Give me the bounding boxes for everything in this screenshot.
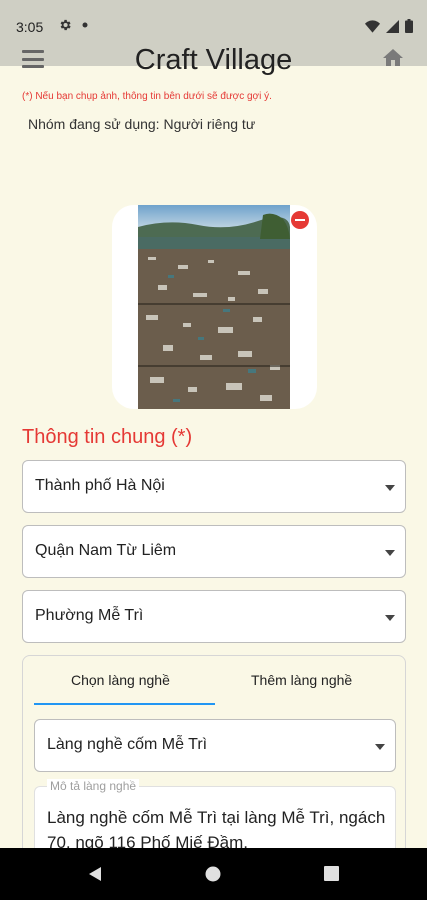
dot-icon xyxy=(82,22,88,28)
chevron-down-icon xyxy=(375,744,385,750)
system-nav-bar xyxy=(0,848,427,900)
chevron-down-icon xyxy=(385,615,395,621)
back-icon[interactable] xyxy=(87,866,103,882)
city-select[interactable]: Thành phố Hà Nội xyxy=(22,460,406,513)
captured-photo[interactable] xyxy=(138,205,290,409)
village-select[interactable]: Làng nghề cốm Mễ Trì xyxy=(34,719,396,772)
photo-image xyxy=(138,205,290,409)
home-icon[interactable] xyxy=(381,46,405,70)
section-title: Thông tin chung (*) xyxy=(22,426,193,448)
tab-indicator xyxy=(34,703,215,705)
app-bar: Craft Village xyxy=(0,40,427,80)
page-title: Craft Village xyxy=(134,44,293,76)
photo-card xyxy=(112,205,317,409)
village-card: Chọn làng nghề Thêm làng nghề Làng nghề … xyxy=(22,655,406,886)
city-select-value: Thành phố Hà Nội xyxy=(35,477,165,494)
chevron-down-icon xyxy=(385,485,395,491)
district-select[interactable]: Quận Nam Từ Liêm xyxy=(22,525,406,578)
signal-icon xyxy=(386,19,399,33)
wifi-icon xyxy=(365,19,380,33)
recents-icon[interactable] xyxy=(324,866,339,881)
ward-select-value: Phường Mễ Trì xyxy=(35,607,144,624)
group-info: Nhóm đang sử dụng: Người riêng tư xyxy=(28,116,256,132)
remove-icon[interactable] xyxy=(291,211,309,229)
chevron-down-icon xyxy=(385,550,395,556)
photo-notice: (*) Nếu bạn chụp ảnh, thông tin bên dưới… xyxy=(22,91,272,102)
tab-choose-village[interactable]: Chọn làng nghề xyxy=(71,672,170,688)
district-select-value: Quận Nam Từ Liêm xyxy=(35,542,177,559)
home-circle-icon[interactable] xyxy=(205,866,221,882)
tab-add-village[interactable]: Thêm làng nghề xyxy=(251,672,352,688)
ward-select[interactable]: Phường Mễ Trì xyxy=(22,590,406,643)
status-time: 3:05 xyxy=(16,19,44,35)
battery-icon xyxy=(405,19,413,33)
description-label: Mô tả làng nghề xyxy=(47,779,140,793)
gear-icon xyxy=(60,19,71,31)
village-select-value: Làng nghề cốm Mễ Trì xyxy=(47,736,208,753)
